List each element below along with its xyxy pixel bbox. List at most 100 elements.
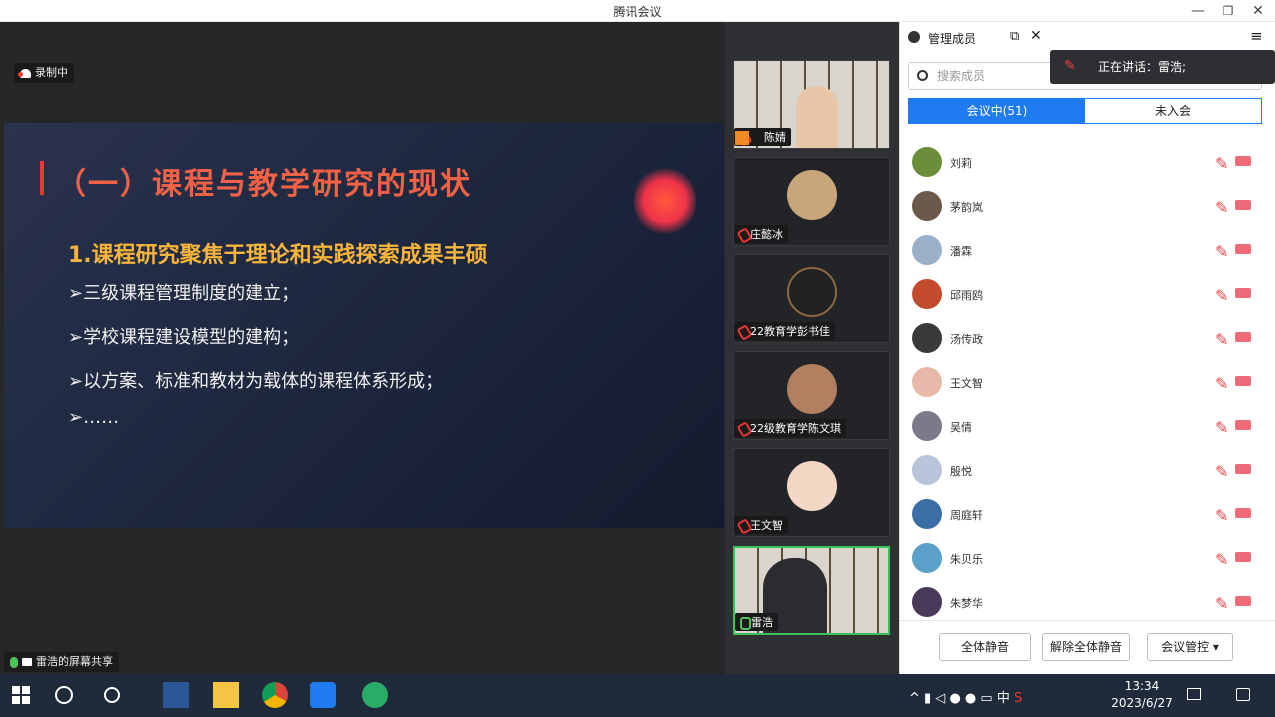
- camera-off-icon[interactable]: [1235, 244, 1251, 254]
- members-icon: [908, 31, 920, 43]
- mic-muted-icon: ✎: [1064, 58, 1076, 74]
- speaking-text: 正在讲话：雷浩;: [1098, 60, 1187, 74]
- slide-subheading: 1.课程研究聚焦于理论和实践探索成果丰硕: [68, 243, 488, 268]
- camera-off-icon[interactable]: [1235, 596, 1251, 606]
- mic-muted-icon[interactable]: ✎: [1215, 550, 1228, 569]
- minimize-button[interactable]: —: [1185, 1, 1211, 21]
- tray-icons[interactable]: ^ ▮ ◁ ● ● ▭ 中 S: [909, 687, 1022, 706]
- video-tile-active-speaker[interactable]: 雷浩: [733, 546, 890, 635]
- video-tile[interactable]: 陈婧: [733, 60, 890, 149]
- camera-off-icon[interactable]: [1235, 288, 1251, 298]
- video-tile[interactable]: 22教育学彭书佳: [733, 254, 890, 343]
- mic-muted-icon[interactable]: ✎: [1215, 286, 1228, 305]
- slide-bullet: ➢……: [68, 407, 120, 428]
- mic-muted-icon[interactable]: ✎: [1215, 418, 1228, 437]
- tab-not-joined[interactable]: 未入会: [1085, 99, 1261, 123]
- panel-footer: 全体静音 解除全体静音 会议管控 ▾: [900, 620, 1275, 674]
- slide-heading: （一）课程与教学研究的现状: [56, 167, 472, 202]
- close-button[interactable]: ✕: [1245, 1, 1271, 21]
- video-tile[interactable]: 22级教育学陈文琪: [733, 351, 890, 440]
- mic-on-icon: [10, 656, 18, 668]
- member-row[interactable]: 王文智 ✎: [910, 362, 1266, 406]
- member-row[interactable]: 刘莉 ✎: [910, 142, 1266, 186]
- chrome-icon[interactable]: [262, 682, 288, 708]
- avatar: [912, 235, 942, 265]
- popout-icon[interactable]: ⧉: [1010, 29, 1019, 44]
- wechat-icon[interactable]: [362, 682, 388, 708]
- tile-name: 22教育学彭书佳: [734, 322, 835, 340]
- avatar: [912, 323, 942, 353]
- task-view-icon[interactable]: [104, 687, 120, 703]
- tile-name: 22级教育学陈文琪: [734, 419, 846, 437]
- mic-muted-icon[interactable]: ✎: [1215, 154, 1228, 173]
- mic-muted-icon[interactable]: ✎: [1215, 198, 1228, 217]
- member-name: 刘莉: [950, 157, 972, 170]
- mic-muted-icon[interactable]: ✎: [1215, 594, 1228, 613]
- decorative-glow: [634, 166, 696, 236]
- member-name: 邱雨鸥: [950, 289, 983, 302]
- mic-muted-icon[interactable]: ✎: [1215, 374, 1228, 393]
- search-icon: [917, 70, 928, 81]
- avatar: [787, 364, 837, 414]
- avatar: [787, 461, 837, 511]
- close-panel-icon[interactable]: ✕: [1030, 28, 1042, 44]
- tile-name: 雷浩: [735, 613, 778, 631]
- member-row[interactable]: 潘霖 ✎: [910, 230, 1266, 274]
- windows-start-icon[interactable]: [8, 682, 34, 708]
- camera-off-icon[interactable]: [1235, 420, 1251, 430]
- avatar: [787, 170, 837, 220]
- slide-bullet: ➢三级课程管理制度的建立；: [68, 283, 300, 304]
- clock[interactable]: 13:34 2023/6/27: [1110, 678, 1174, 712]
- word-icon[interactable]: [163, 682, 189, 708]
- member-row[interactable]: 吴倩 ✎: [910, 406, 1266, 450]
- mic-muted-icon[interactable]: ✎: [1215, 506, 1228, 525]
- slide-bullet: ➢以方案、标准和教材为载体的课程体系形成；: [68, 371, 444, 392]
- avatar: [912, 367, 942, 397]
- video-tile[interactable]: 庄懿冰: [733, 157, 890, 246]
- member-row[interactable]: 周庭轩 ✎: [910, 494, 1266, 538]
- member-row[interactable]: 殷悦 ✎: [910, 450, 1266, 494]
- camera-off-icon[interactable]: [1235, 332, 1251, 342]
- notification-icon[interactable]: [1236, 688, 1250, 701]
- title-bar: 腾讯会议 — ❐ ✕: [0, 0, 1275, 22]
- mic-muted-icon[interactable]: ✎: [1215, 242, 1228, 261]
- camera-off-icon[interactable]: [1235, 552, 1251, 562]
- avatar: [912, 455, 942, 485]
- menu-icon[interactable]: ≡: [1250, 27, 1263, 45]
- camera-off-icon[interactable]: [1235, 464, 1251, 474]
- member-row[interactable]: 朱贝乐 ✎: [910, 538, 1266, 582]
- slide-bullet: ➢学校课程建设模型的建构；: [68, 327, 300, 348]
- ime-indicator[interactable]: 中: [997, 691, 1010, 706]
- mic-muted-icon[interactable]: ✎: [1215, 330, 1228, 349]
- camera-off-icon[interactable]: [1235, 508, 1251, 518]
- mic-muted-icon[interactable]: ✎: [1215, 462, 1228, 481]
- camera-off-icon[interactable]: [1235, 376, 1251, 386]
- video-strip: 陈婧 庄懿冰 22教育学彭书佳 22级教育学陈文琪 王文智 雷浩: [725, 22, 899, 674]
- desktop-icon[interactable]: [1187, 688, 1201, 700]
- member-name: 朱梦华: [950, 597, 983, 610]
- cloud-record-icon: [18, 68, 31, 78]
- camera-off-icon[interactable]: [1235, 200, 1251, 210]
- member-row[interactable]: 茅韵岚 ✎: [910, 186, 1266, 230]
- tencent-meeting-icon[interactable]: [310, 682, 336, 708]
- mute-all-button[interactable]: 全体静音: [939, 633, 1031, 661]
- member-name: 殷悦: [950, 465, 972, 478]
- avatar: [912, 543, 942, 573]
- tile-name: 王文智: [734, 516, 788, 534]
- file-explorer-icon[interactable]: [213, 682, 239, 708]
- unmute-all-button[interactable]: 解除全体静音: [1042, 633, 1130, 661]
- restore-button[interactable]: ❐: [1215, 1, 1241, 21]
- member-name: 茅韵岚: [950, 201, 983, 214]
- member-name: 吴倩: [950, 421, 972, 434]
- member-row[interactable]: 邱雨鸥 ✎: [910, 274, 1266, 318]
- avatar: [912, 191, 942, 221]
- member-row[interactable]: 汤传政 ✎: [910, 318, 1266, 362]
- camera-off-icon[interactable]: [1235, 156, 1251, 166]
- avatar: [787, 267, 837, 317]
- presentation-slide: （一）课程与教学研究的现状 1.课程研究聚焦于理论和实践探索成果丰硕 ➢三级课程…: [4, 123, 724, 528]
- recording-badge[interactable]: 录制中: [14, 63, 74, 83]
- tab-in-meeting[interactable]: 会议中(51): [909, 99, 1085, 123]
- search-icon[interactable]: [55, 686, 73, 704]
- meeting-controls-button[interactable]: 会议管控 ▾: [1147, 633, 1233, 661]
- video-tile[interactable]: 王文智: [733, 448, 890, 537]
